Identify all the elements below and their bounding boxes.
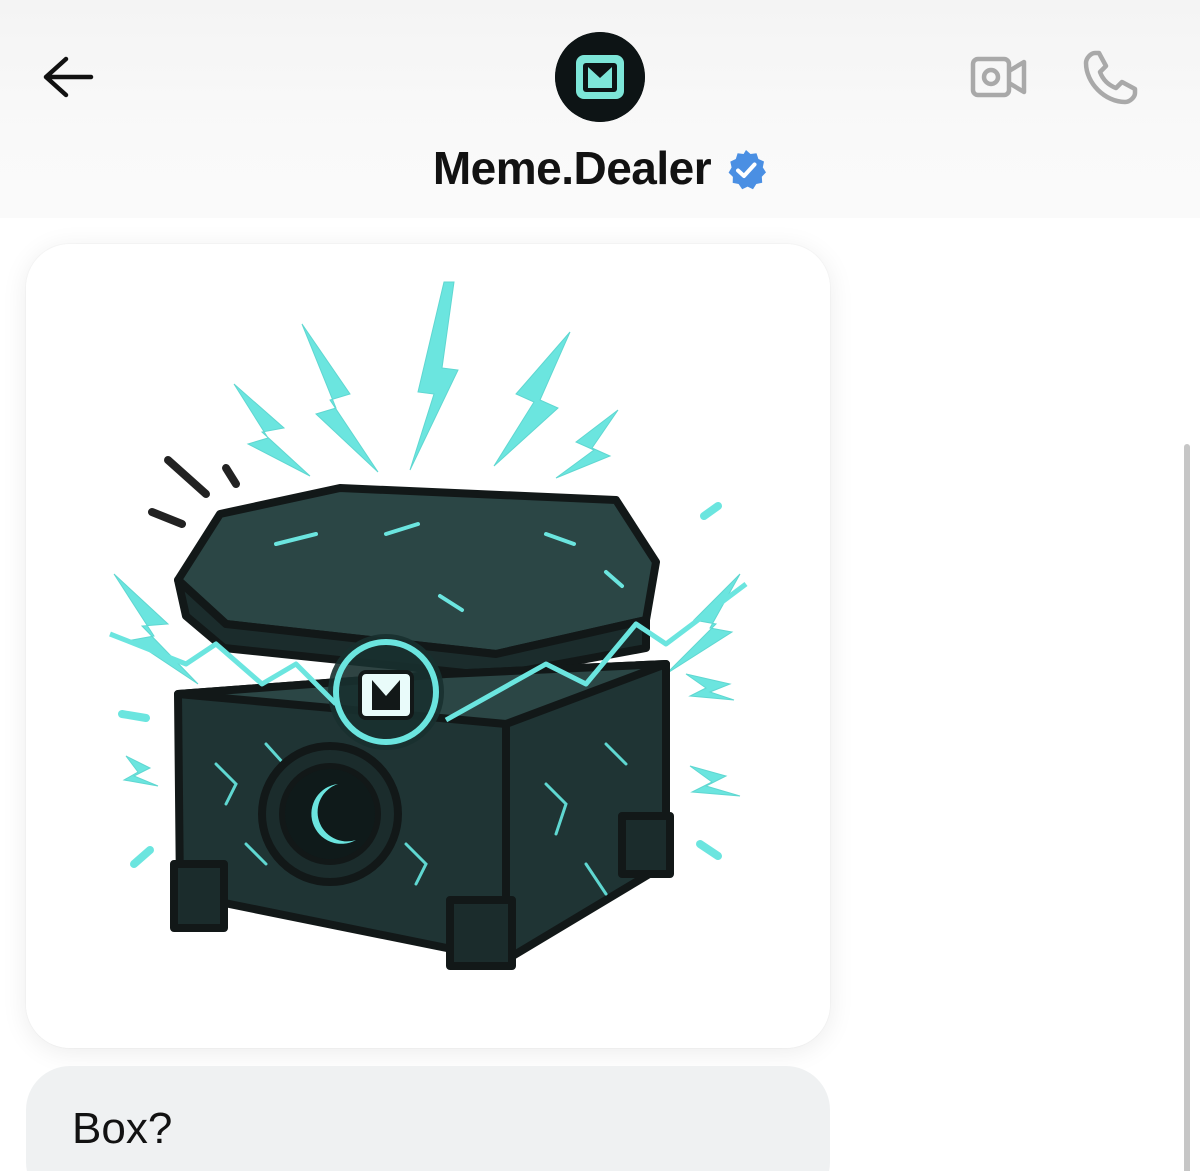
- video-camera-icon: [970, 56, 1027, 98]
- avatar[interactable]: [555, 32, 645, 122]
- verified-badge-icon: [728, 150, 767, 190]
- back-button[interactable]: [30, 44, 106, 110]
- chat-header: Meme.Dealer: [0, 0, 1200, 218]
- contact-name[interactable]: Meme.Dealer: [433, 141, 712, 195]
- arrow-left-icon: [43, 56, 94, 98]
- phone-icon: [1083, 50, 1138, 105]
- image-message[interactable]: [26, 244, 830, 1048]
- treasure-chest-image: [26, 244, 830, 1048]
- meme-dealer-logo-icon: [555, 32, 645, 122]
- voice-call-button[interactable]: [1072, 40, 1148, 116]
- glowing-orb: [328, 634, 444, 750]
- message-text: Box?: [72, 1104, 173, 1153]
- chest-lock: [258, 742, 402, 886]
- contact-title: Meme.Dealer: [0, 138, 1200, 198]
- chat-screen: Meme.Dealer Box?: [0, 0, 1200, 1171]
- text-message[interactable]: Box?: [26, 1066, 830, 1171]
- scrollbar[interactable]: [1184, 444, 1190, 1171]
- video-call-button[interactable]: [962, 44, 1036, 110]
